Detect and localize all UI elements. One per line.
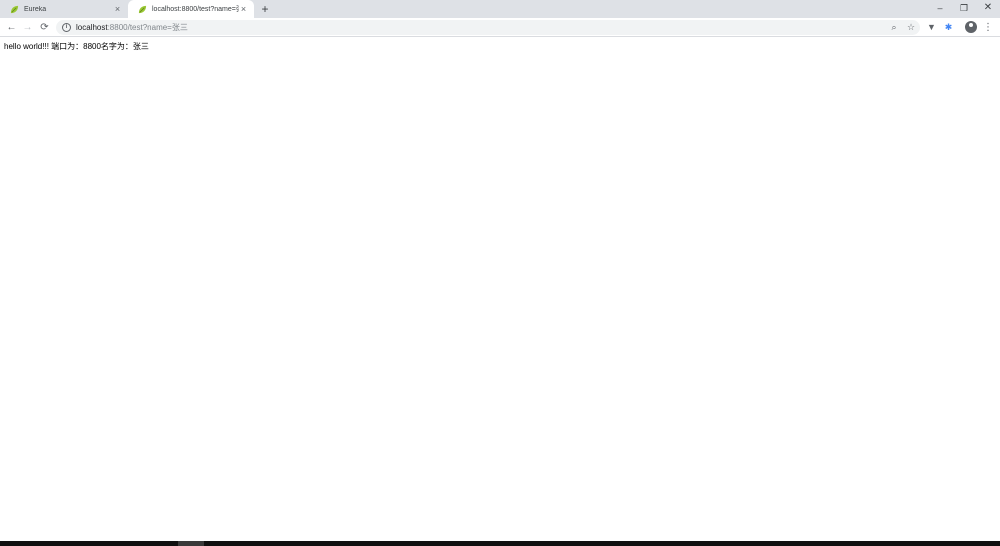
leaf-icon xyxy=(10,5,19,13)
tab-title: Eureka xyxy=(24,5,47,13)
page-content: hello world!!! 端口为：8800名字为：张三 xyxy=(0,38,1000,541)
new-tab-button[interactable]: + xyxy=(259,3,271,15)
bookmark-star-icon[interactable]: ☆ xyxy=(905,21,917,33)
menu-icon[interactable]: ⋮ xyxy=(983,21,993,34)
tab-eureka[interactable]: Eureka × xyxy=(0,0,128,18)
extension-filter-icon[interactable]: ▼ xyxy=(925,21,938,34)
info-icon[interactable]: i xyxy=(62,23,71,32)
leaf-icon xyxy=(138,5,147,13)
os-taskbar xyxy=(0,541,1000,546)
tab-strip: Eureka × localhost:8800/test?name=张三 × +… xyxy=(0,0,1000,18)
close-icon[interactable]: × xyxy=(239,4,248,14)
reload-button[interactable]: ⟳ xyxy=(38,21,51,34)
zoom-icon[interactable]: ⌕ xyxy=(888,21,900,33)
tab-localhost[interactable]: localhost:8800/test?name=张三 × xyxy=(128,0,254,18)
back-button[interactable]: ← xyxy=(5,21,18,34)
tab-title: localhost:8800/test?name=张三 xyxy=(152,6,239,13)
extension-puzzle-icon[interactable]: ✱ xyxy=(942,21,955,34)
window-close-button[interactable]: ✕ xyxy=(981,2,995,14)
url-path: :8800/test?name=张三 xyxy=(107,23,188,32)
close-icon[interactable]: × xyxy=(113,4,122,14)
url-text[interactable]: localhost:8800/test?name=张三 xyxy=(76,22,188,33)
address-bar[interactable]: i localhost:8800/test?name=张三 ⌕ ☆ xyxy=(56,20,920,35)
browser-toolbar: ← → ⟳ i localhost:8800/test?name=张三 ⌕ ☆ … xyxy=(0,18,1000,37)
forward-button[interactable]: → xyxy=(21,21,34,34)
minimize-button[interactable]: – xyxy=(933,2,947,14)
url-host: localhost xyxy=(76,23,108,32)
profile-avatar-icon[interactable] xyxy=(965,21,977,33)
taskbar-item[interactable] xyxy=(178,541,204,546)
restore-button[interactable]: ❐ xyxy=(957,2,971,14)
response-text: hello world!!! 端口为：8800名字为：张三 xyxy=(4,42,149,51)
